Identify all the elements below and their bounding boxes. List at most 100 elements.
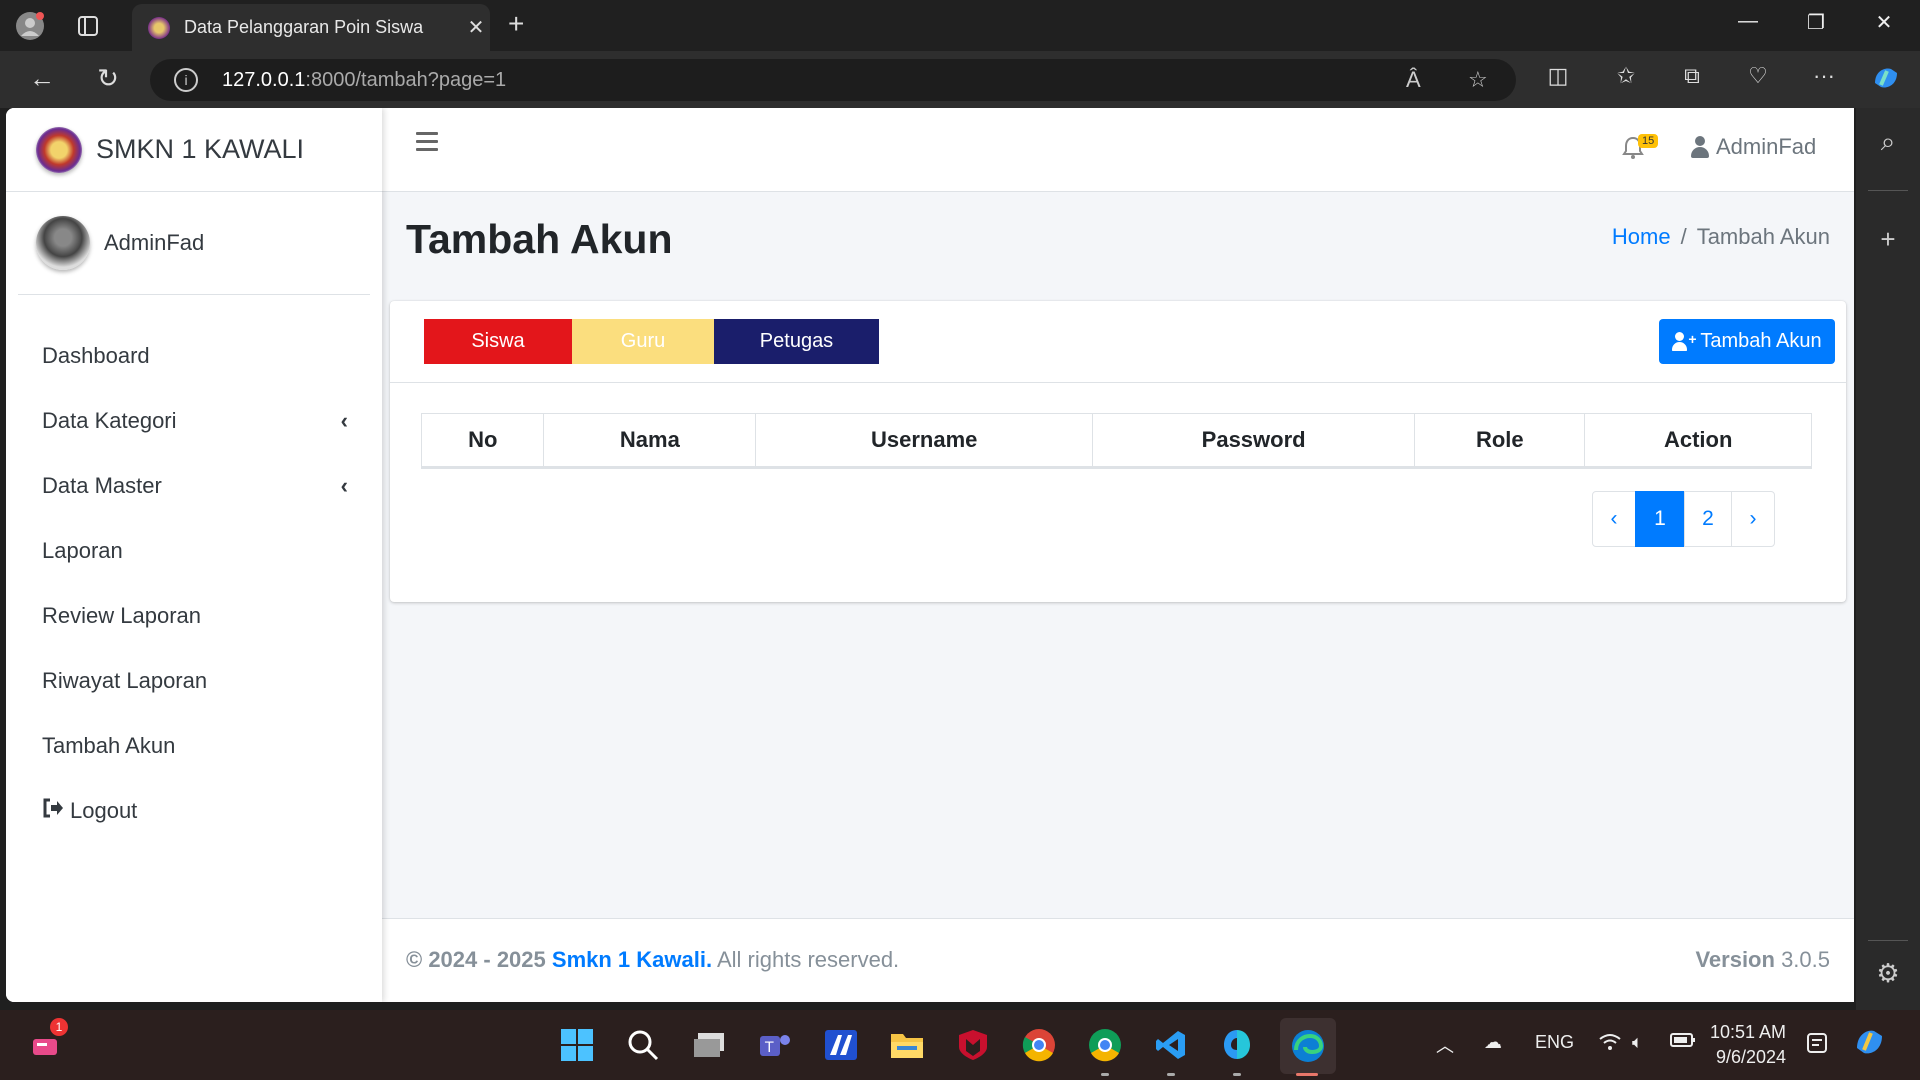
pagination-page-2[interactable]: 2 bbox=[1684, 491, 1732, 547]
favorite-star-icon[interactable]: ☆ bbox=[1468, 59, 1488, 101]
accounts-table: No Nama Username Password Role Action bbox=[420, 413, 1812, 469]
sidebar-item-data-kategori[interactable]: Data Kategori ‹ bbox=[6, 388, 382, 453]
edge-icon[interactable] bbox=[1280, 1018, 1336, 1074]
user-panel: AdminFad bbox=[18, 192, 370, 295]
read-aloud-icon[interactable]: Â bbox=[1406, 59, 1421, 101]
add-panel-icon[interactable]: + bbox=[1856, 224, 1920, 255]
column-header-role: Role bbox=[1414, 413, 1586, 469]
sidebar-item-laporan[interactable]: Laporan bbox=[6, 518, 382, 583]
sidebar-item-data-master[interactable]: Data Master ‹ bbox=[6, 453, 382, 518]
search-icon[interactable]: ⌕ bbox=[1856, 126, 1920, 158]
site-info-icon[interactable]: i bbox=[174, 68, 198, 92]
sidebar-item-review-laporan[interactable]: Review Laporan bbox=[6, 583, 382, 648]
minimize-icon[interactable]: — bbox=[1728, 10, 1768, 33]
browser-essentials-icon[interactable]: ♡ bbox=[1740, 63, 1776, 89]
settings-gear-icon[interactable]: ⚙ bbox=[1856, 958, 1920, 989]
navbar-user-menu[interactable]: AdminFad bbox=[1690, 134, 1816, 160]
taskbar: 1 T ︿ ☁ ENG 🔈︎ 10:51 AM 9/6/2024 bbox=[0, 1010, 1920, 1080]
version-number: 3.0.5 bbox=[1781, 947, 1830, 972]
card-header: Siswa Guru Petugas + Tambah Akun bbox=[390, 301, 1846, 383]
pagination-page-1[interactable]: 1 bbox=[1635, 491, 1685, 547]
main-content: 15 AdminFad Tambah Akun Home / Tambah Akun… bbox=[382, 108, 1854, 1002]
table-header-row: No Nama Username Password Role Action bbox=[420, 413, 1812, 469]
divider bbox=[1868, 940, 1908, 941]
add-account-button[interactable]: + Tambah Akun bbox=[1659, 319, 1835, 364]
clock-date: 9/6/2024 bbox=[1715, 1047, 1787, 1067]
more-menu-icon[interactable]: ··· bbox=[1806, 63, 1842, 89]
teams-icon[interactable]: T bbox=[754, 1024, 796, 1066]
role-tab-petugas[interactable]: Petugas bbox=[714, 319, 879, 364]
battery-icon[interactable] bbox=[1670, 1032, 1696, 1053]
notification-center-icon[interactable] bbox=[1806, 1032, 1828, 1059]
breadcrumb-separator: / bbox=[1680, 224, 1687, 249]
sidebar-item-tambah-akun[interactable]: Tambah Akun bbox=[6, 713, 382, 778]
url-host: 127.0.0.1 bbox=[222, 68, 306, 91]
logout-icon bbox=[42, 798, 64, 824]
browser-tab-bar: Data Pelanggaran Poin Siswa ✕ + — ❐ ✕ bbox=[0, 0, 1920, 51]
copyright-years: © 2024 - 2025 bbox=[406, 947, 546, 972]
collections-icon[interactable]: ⧉ bbox=[1674, 63, 1710, 89]
brand-link[interactable]: SMKN 1 KAWALI bbox=[6, 108, 382, 192]
breadcrumb-current: Tambah Akun bbox=[1696, 224, 1830, 249]
sidebar-item-label: Data Kategori bbox=[42, 407, 177, 433]
wifi-icon[interactable] bbox=[1598, 1032, 1622, 1057]
page-title: Tambah Akun bbox=[406, 216, 673, 262]
sidebar-item-dashboard[interactable]: Dashboard bbox=[6, 323, 382, 388]
app-icon[interactable] bbox=[820, 1024, 862, 1066]
chrome-profile-icon[interactable] bbox=[1084, 1024, 1126, 1066]
copilot-taskbar-icon[interactable] bbox=[1852, 1024, 1888, 1065]
app-icon[interactable] bbox=[1216, 1024, 1258, 1066]
language-indicator[interactable]: ENG bbox=[1535, 1032, 1574, 1053]
pagination-prev[interactable]: ‹ bbox=[1592, 491, 1636, 547]
search-icon[interactable] bbox=[622, 1024, 664, 1066]
column-header-password: Password bbox=[1092, 413, 1416, 469]
top-navbar: 15 AdminFad bbox=[382, 108, 1854, 192]
windows-start-icon[interactable] bbox=[556, 1024, 598, 1066]
column-header-action: Action bbox=[1584, 413, 1812, 469]
mcafee-icon[interactable] bbox=[952, 1024, 994, 1066]
chrome-icon[interactable] bbox=[1018, 1024, 1060, 1066]
back-icon[interactable]: ← bbox=[24, 63, 60, 94]
url-path: :8000/tambah?page=1 bbox=[305, 68, 507, 91]
task-view-icon[interactable] bbox=[688, 1024, 730, 1066]
favorites-icon[interactable]: ✩ bbox=[1608, 63, 1644, 89]
role-tab-guru[interactable]: Guru bbox=[572, 319, 714, 364]
close-tab-icon[interactable]: ✕ bbox=[462, 15, 490, 40]
sidebar-item-riwayat-laporan[interactable]: Riwayat Laporan bbox=[6, 648, 382, 713]
onedrive-icon[interactable]: ☁ bbox=[1484, 1032, 1502, 1053]
file-explorer-icon[interactable] bbox=[886, 1024, 928, 1066]
url-field[interactable]: i 127.0.0.1:8000/tambah?page=1 Â ☆ bbox=[150, 59, 1516, 101]
pagination-next[interactable]: › bbox=[1731, 491, 1775, 547]
clock[interactable]: 10:51 AM 9/6/2024 bbox=[1710, 1020, 1786, 1070]
show-hidden-icons-icon[interactable]: ︿ bbox=[1436, 1032, 1454, 1058]
notification-badge: 15 bbox=[1638, 134, 1659, 148]
user-icon bbox=[1690, 136, 1710, 158]
breadcrumb-home-link[interactable]: Home bbox=[1612, 224, 1671, 249]
menu-toggle-icon[interactable] bbox=[416, 132, 438, 151]
browser-address-bar: ← ↻ i 127.0.0.1:8000/tambah?page=1 Â ☆ … bbox=[0, 51, 1920, 108]
profile-icon[interactable] bbox=[14, 10, 46, 42]
copilot-icon[interactable] bbox=[1868, 63, 1904, 99]
restore-icon[interactable]: ❐ bbox=[1796, 10, 1836, 35]
volume-icon[interactable]: 🔈︎ bbox=[1632, 1032, 1643, 1053]
add-account-label: Tambah Akun bbox=[1700, 330, 1822, 352]
tab-active[interactable]: Data Pelanggaran Poin Siswa ✕ bbox=[132, 4, 490, 51]
sidebar-item-label: Data Master bbox=[42, 472, 162, 498]
role-tab-siswa[interactable]: Siswa bbox=[424, 319, 572, 364]
tab-actions-icon[interactable] bbox=[72, 10, 104, 42]
split-screen-icon[interactable]: ◫ bbox=[1540, 63, 1576, 89]
sidebar-user-name[interactable]: AdminFad bbox=[104, 230, 204, 256]
window-close-icon[interactable]: ✕ bbox=[1864, 10, 1904, 35]
clock-time: 10:51 AM bbox=[1710, 1022, 1787, 1042]
brand-text: SMKN 1 KAWALI bbox=[96, 134, 305, 164]
app-window: SMKN 1 KAWALI AdminFad Dashboard Data Ka… bbox=[6, 108, 1854, 1002]
navbar-user-name: AdminFad bbox=[1716, 134, 1817, 159]
new-tab-icon[interactable]: + bbox=[508, 10, 524, 38]
footer-brand-link[interactable]: Smkn 1 Kawali. bbox=[552, 947, 712, 972]
sidebar-menu: Dashboard Data Kategori ‹ Data Master ‹ La… bbox=[6, 323, 382, 843]
refresh-icon[interactable]: ↻ bbox=[90, 63, 126, 94]
vscode-icon[interactable] bbox=[1150, 1024, 1192, 1066]
column-header-username: Username bbox=[755, 413, 1094, 469]
sidebar-item-logout[interactable]: Logout bbox=[6, 778, 382, 843]
footer-version: Version 3.0.5 bbox=[1695, 947, 1830, 973]
